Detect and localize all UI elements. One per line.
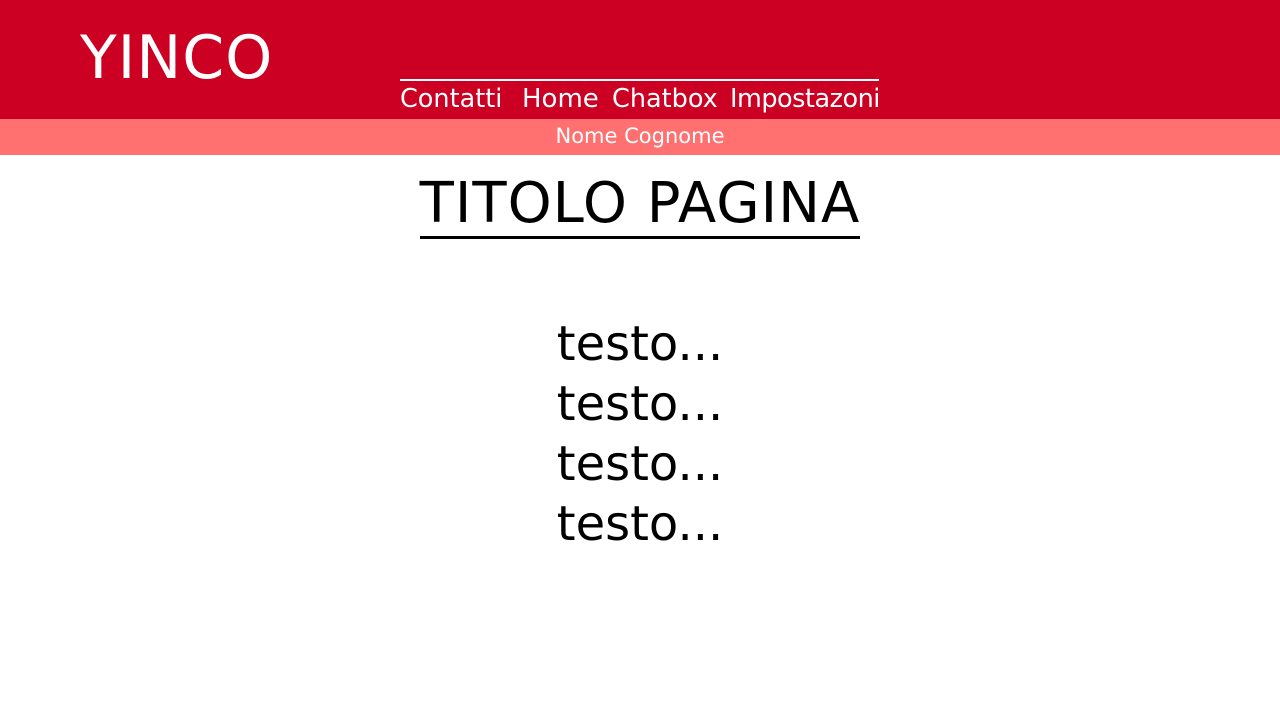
page-title-container: TITOLO PAGINA: [0, 172, 1280, 244]
main-nav: Contatti Home Chatbox Impostazoni: [400, 79, 880, 119]
nav-item-chatbox[interactable]: Chatbox: [612, 83, 718, 115]
nav-item-label: Contatti: [400, 84, 503, 114]
nav-item-home[interactable]: Home: [522, 83, 600, 115]
nav-item-label: Chatbox: [612, 84, 718, 114]
content-line: testo...: [556, 376, 724, 432]
nav-item-contatti[interactable]: Contatti: [400, 83, 502, 115]
nav-item-impostazioni[interactable]: Impostazoni: [730, 83, 880, 115]
site-logo[interactable]: YINCO: [80, 24, 273, 92]
nav-item-label: Home: [522, 84, 599, 114]
page-content: testo... testo... testo... testo...: [0, 316, 1280, 556]
user-bar: Nome Cognome: [0, 119, 1280, 155]
content-line: testo...: [556, 316, 724, 372]
nav-item-label: Impostazoni: [730, 84, 880, 114]
content-line: testo...: [556, 436, 724, 492]
content-line: testo...: [556, 496, 724, 552]
page-title: TITOLO PAGINA: [419, 172, 861, 239]
site-header: YINCO Contatti Home Chatbox Impostazoni: [0, 0, 1280, 119]
user-name[interactable]: Nome Cognome: [556, 124, 725, 148]
